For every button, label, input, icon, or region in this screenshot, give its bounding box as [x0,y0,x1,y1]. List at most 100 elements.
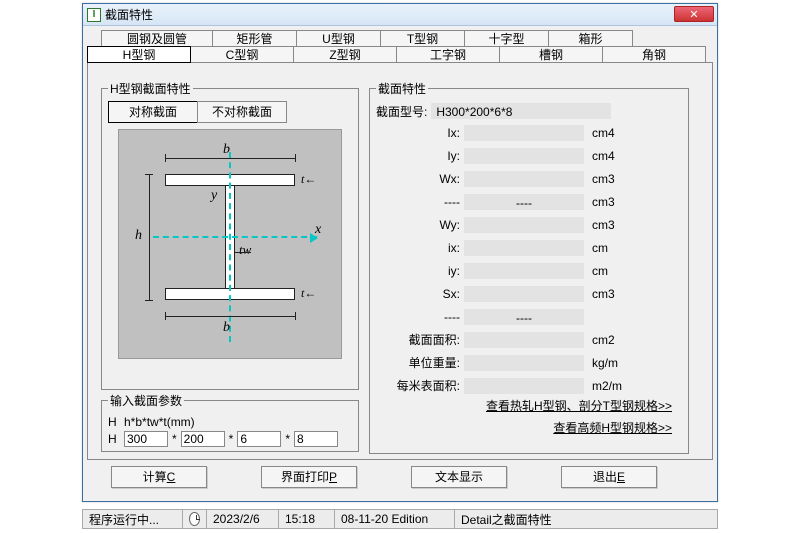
prop-label: Ix: [376,126,464,140]
tab-i-steel[interactable]: 工字钢 [396,46,500,63]
prop-unit: cm3 [584,195,644,209]
input-h[interactable] [124,431,168,447]
tab-row-top: 圆钢及圆管 矩形管 U型钢 T型钢 十字型 箱形 [101,30,713,47]
link-hotrolled-spec[interactable]: 查看热轧H型钢、剖分T型钢规格>> [376,397,682,419]
tab-cross[interactable]: 十字型 [464,30,549,47]
section-id-value: H300*200*6*8 [431,103,611,119]
prop-value [464,332,584,348]
exit-button[interactable]: 退出E [561,466,657,488]
prop-label: iy: [376,264,464,278]
axis-x [153,236,317,238]
prop-value: ---- [464,309,584,325]
prop-label: 截面面积: [376,331,464,348]
prop-label: ---- [376,195,464,209]
prop-row: 单位重量: kg/m [376,351,682,374]
tab-rect-tube[interactable]: 矩形管 [212,30,297,47]
row-prefix: H [108,432,120,446]
prop-row: Sx: cm3 [376,282,682,305]
status-edition: 08-11-20 Edition [335,510,455,528]
prop-label: Wy: [376,218,464,232]
prop-label: ix: [376,241,464,255]
prop-row: Ix: cm4 [376,121,682,144]
link-highfreq-spec[interactable]: 查看高频H型钢规格>> [376,419,682,441]
status-time: 15:18 [279,510,335,528]
dim-tf-bot: t← [301,286,316,301]
hint-text: h*b*tw*t(mm) [124,415,195,429]
prop-value [464,217,584,233]
prop-row: Wx:cm3 [376,167,682,190]
group-section-shape-title: H型钢截面特性 [108,80,193,97]
prop-row: ix:cm [376,236,682,259]
prop-row: 截面面积: cm2 [376,328,682,351]
status-running: 程序运行中... [83,510,183,528]
dim-h: h [135,228,142,244]
prop-unit: cm4 [584,149,644,163]
prop-unit: cm4 [584,126,644,140]
sep-3: * [285,432,290,446]
tab-h-steel[interactable]: H型钢 [87,46,191,63]
tab-z-steel[interactable]: Z型钢 [293,46,397,63]
label-y: y [211,188,217,204]
clock-icon [183,510,207,528]
close-icon[interactable]: ✕ [674,6,714,22]
prop-row: 每米表面积:m2/m [376,374,682,397]
input-tw[interactable] [237,431,281,447]
prop-value [464,263,584,279]
app-icon: I [87,8,101,22]
tab-channel[interactable]: 槽钢 [499,46,603,63]
group-input-params: 输入截面参数 H h*b*tw*t(mm) H * * * [101,392,359,452]
prop-unit: cm2 [584,333,644,347]
titlebar: I 截面特性 ✕ [83,4,717,26]
prop-value [464,125,584,141]
status-date: 2023/2/6 [207,510,279,528]
prop-row: iy: cm [376,259,682,282]
prop-unit: cm3 [584,287,644,301]
prop-row: --------cm3 [376,190,682,213]
subtab-symmetric[interactable]: 对称截面 [108,101,198,123]
tab-u-steel[interactable]: U型钢 [296,30,381,47]
group-props-title: 截面特性 [376,80,428,97]
prop-label: ---- [376,310,464,324]
tab-box[interactable]: 箱形 [548,30,633,47]
prop-label: Iy: [376,149,464,163]
prop-value [464,171,584,187]
client-area: 圆钢及圆管 矩形管 U型钢 T型钢 十字型 箱形 H型钢 C型钢 Z型钢 工字钢… [87,30,713,497]
prop-value: ---- [464,194,584,210]
prop-unit: kg/m [584,356,644,370]
prop-value [464,378,584,394]
input-t[interactable] [294,431,338,447]
tab-angle[interactable]: 角钢 [602,46,706,63]
subtab-asymmetric[interactable]: 不对称截面 [197,101,287,123]
dim-b-bot: b [223,320,230,336]
input-b[interactable] [181,431,225,447]
prop-value [464,355,584,371]
status-bar: 程序运行中... 2023/2/6 15:18 08-11-20 Edition… [82,509,718,529]
tab-round[interactable]: 圆钢及圆管 [101,30,213,47]
section-id-label: 截面型号: [376,103,431,120]
sep-2: * [229,432,234,446]
tab-content: H型钢截面特性 对称截面 不对称截面 b [87,62,713,460]
prop-unit: cm3 [584,172,644,186]
prop-value [464,240,584,256]
dim-tw: tw [239,242,251,258]
h-section-diagram: b x y h [118,129,342,359]
tab-c-steel[interactable]: C型钢 [190,46,294,63]
group-section-props: 截面特性 截面型号: H300*200*6*8 Ix: cm4 Iy: cm4 Wx:c… [369,80,689,454]
prop-row: Iy: cm4 [376,144,682,167]
tab-t-steel[interactable]: T型钢 [380,30,465,47]
group-input-title: 输入截面参数 [108,392,184,409]
calculate-button[interactable]: 计算C [111,466,207,488]
prop-label: Sx: [376,287,464,301]
prop-label: 每米表面积: [376,377,464,394]
dim-tf-top: t← [301,172,316,187]
hint-prefix: H [108,415,120,429]
prop-label: 单位重量: [376,354,464,371]
status-detail: Detail之截面特性 [455,510,717,528]
tab-row-bottom: H型钢 C型钢 Z型钢 工字钢 槽钢 角钢 [87,46,713,63]
text-display-button[interactable]: 文本显示 [411,466,507,488]
prop-unit: cm [584,264,644,278]
print-button[interactable]: 界面打印P [261,466,357,488]
axis-y [229,152,231,342]
button-bar: 计算C 界面打印P 文本显示 退出E [101,466,697,488]
prop-row: Wy:cm3 [376,213,682,236]
